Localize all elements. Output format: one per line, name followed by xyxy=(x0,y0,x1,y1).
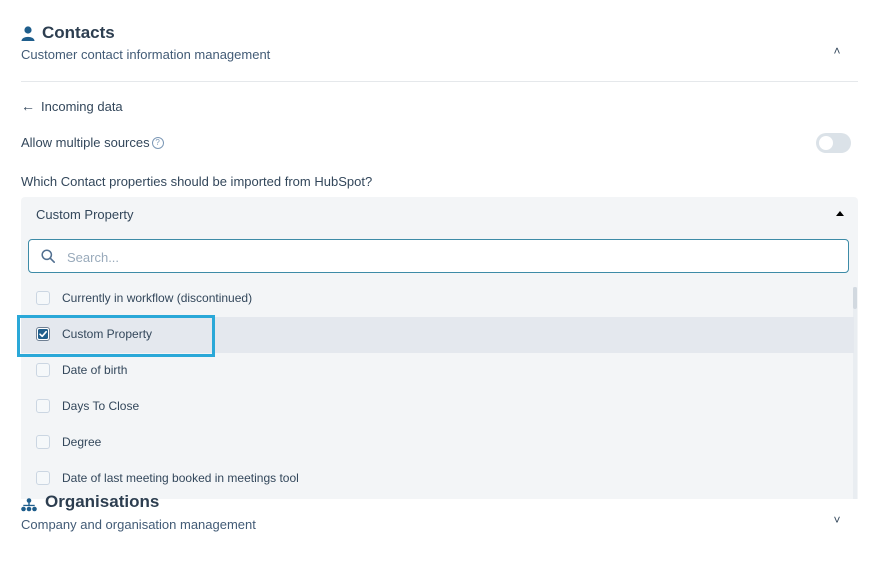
search-input[interactable] xyxy=(65,246,829,268)
toggle-knob xyxy=(819,136,833,150)
org-chart-icon xyxy=(21,498,37,512)
properties-select[interactable]: Custom Property xyxy=(21,197,858,233)
checkbox[interactable] xyxy=(36,435,50,449)
organisations-section-header: Organisations xyxy=(21,492,159,512)
option-label: Degree xyxy=(62,435,102,449)
option-currently-in-workflow[interactable]: Currently in workflow (discontinued) xyxy=(21,281,854,317)
checkbox[interactable] xyxy=(36,291,50,305)
section-divider xyxy=(21,81,858,82)
allow-multiple-sources-label: Allow multiple sources ? xyxy=(21,135,164,150)
back-link-label: Incoming data xyxy=(41,98,123,114)
contacts-section-header: Contacts xyxy=(21,22,115,44)
person-icon xyxy=(21,25,35,41)
back-to-incoming-data-link[interactable]: ← Incoming data xyxy=(21,98,123,114)
allow-multiple-sources-text: Allow multiple sources xyxy=(21,135,150,150)
option-date-of-birth[interactable]: Date of birth xyxy=(21,353,854,389)
search-box xyxy=(28,239,849,273)
checkmark-icon xyxy=(38,329,48,339)
option-label: Currently in workflow (discontinued) xyxy=(62,291,253,305)
allow-multiple-sources-toggle[interactable] xyxy=(816,133,851,153)
option-label: Custom Property xyxy=(62,327,153,341)
properties-question: Which Contact properties should be impor… xyxy=(21,174,373,189)
select-value: Custom Property xyxy=(36,207,134,222)
search-icon xyxy=(41,249,55,263)
organisations-subtitle: Company and organisation management xyxy=(21,517,256,532)
option-days-to-close[interactable]: Days To Close xyxy=(21,389,854,425)
contacts-title: Contacts xyxy=(42,23,115,42)
checkbox[interactable] xyxy=(36,471,50,485)
option-custom-property[interactable]: Custom Property xyxy=(21,317,854,353)
contacts-subtitle: Customer contact information management xyxy=(21,47,271,62)
collapse-chevron-up-icon[interactable]: ˄ xyxy=(828,44,846,62)
help-icon[interactable]: ? xyxy=(151,136,164,149)
option-label: Days To Close xyxy=(62,399,140,413)
arrow-left-icon: ← xyxy=(21,98,35,114)
checkbox[interactable] xyxy=(36,399,50,413)
checkbox[interactable] xyxy=(36,363,50,377)
expand-chevron-down-icon[interactable]: ˅ xyxy=(828,513,846,529)
option-label: Date of birth xyxy=(62,363,128,377)
organisations-title: Organisations xyxy=(45,492,160,511)
option-label: Date of last meeting booked in meetings … xyxy=(62,471,299,485)
caret-up-icon xyxy=(836,211,844,216)
checkbox-checked[interactable] xyxy=(36,327,50,341)
option-degree[interactable]: Degree xyxy=(21,425,854,461)
